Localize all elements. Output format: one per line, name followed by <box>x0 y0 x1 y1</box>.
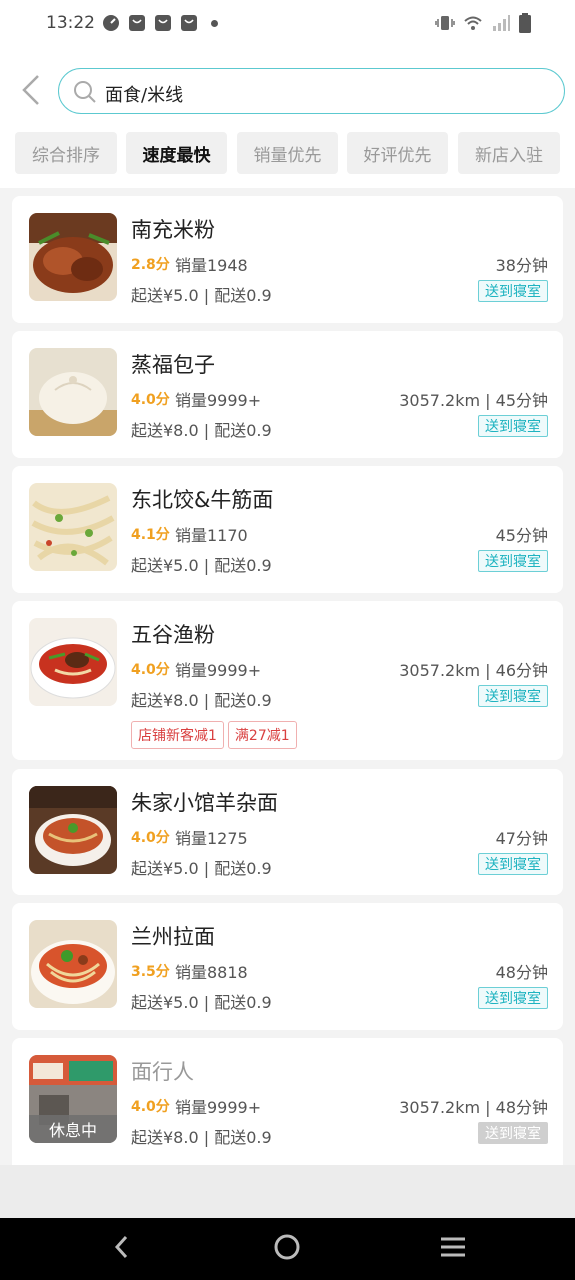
shop-sales: 销量9999+ <box>175 661 262 680</box>
shop-rating: 4.0分 <box>131 1099 170 1115</box>
back-button[interactable] <box>14 72 48 112</box>
filter-comprehensive[interactable]: 综合排序 <box>15 132 117 174</box>
bag-icon <box>180 14 198 32</box>
filter-fastest[interactable]: 速度最快 <box>126 132 227 174</box>
filter-new-shops[interactable]: 新店入驻 <box>458 132 560 174</box>
status-bar: 13:22 <box>0 0 575 48</box>
battery-icon <box>519 13 531 37</box>
shop-sales: 销量1170 <box>175 526 248 545</box>
shop-image: 休息中 <box>29 1055 117 1143</box>
gauge-icon <box>102 14 120 32</box>
search-icon <box>73 80 97 108</box>
shop-fees: 起送¥5.0 | 配送0.9 <box>131 556 272 575</box>
promo-badge: 店铺新客减1 <box>131 721 224 749</box>
shop-name: 东北饺&牛筋面 <box>131 488 274 512</box>
bag-icon <box>154 14 172 32</box>
shop-rating: 3.5分 <box>131 964 170 980</box>
dorm-delivery-tag: 送到寝室 <box>478 1122 548 1144</box>
vibrate-icon <box>435 14 455 36</box>
nav-menu-icon <box>439 1235 467 1263</box>
shop-card[interactable]: 南充米粉 2.8分 销量1948 起送¥5.0 | 配送0.9 38分钟 送到寝… <box>12 196 563 323</box>
shop-fees: 起送¥5.0 | 配送0.9 <box>131 993 272 1012</box>
shop-eta: 48分钟 <box>495 963 548 982</box>
more-notifications-icon <box>211 20 218 27</box>
closed-badge: 休息中 <box>29 1115 117 1143</box>
shop-eta: 45分钟 <box>495 526 548 545</box>
shop-sales: 销量8818 <box>175 963 248 982</box>
search-input[interactable]: 面食/米线 <box>58 68 565 114</box>
nav-menu-button[interactable] <box>435 1231 471 1267</box>
shop-card[interactable]: 朱家小馆羊杂面 4.0分 销量1275 起送¥5.0 | 配送0.9 47分钟 … <box>12 769 563 895</box>
shop-name: 五谷渔粉 <box>131 623 215 647</box>
back-arrow-icon <box>21 74 41 110</box>
shop-eta: 3057.2km | 48分钟 <box>399 1098 548 1117</box>
signal-icon <box>491 14 511 36</box>
shop-rating: 4.1分 <box>131 527 170 543</box>
nav-home-button[interactable] <box>269 1231 305 1267</box>
shop-sales: 销量1948 <box>175 256 248 275</box>
shop-eta: 38分钟 <box>495 256 548 275</box>
shop-fees: 起送¥5.0 | 配送0.9 <box>131 286 272 305</box>
shop-fees: 起送¥8.0 | 配送0.9 <box>131 421 272 440</box>
shop-card[interactable]: 东北饺&牛筋面 4.1分 销量1170 起送¥5.0 | 配送0.9 45分钟 … <box>12 466 563 593</box>
filter-rating[interactable]: 好评优先 <box>347 132 448 174</box>
system-nav-bar <box>0 1218 575 1280</box>
promo-list: 店铺新客减1 满27减1 <box>131 721 297 749</box>
shop-card[interactable]: 蒸福包子 4.0分 销量9999+ 起送¥8.0 | 配送0.9 3057.2k… <box>12 331 563 458</box>
wifi-icon <box>463 14 483 36</box>
dorm-delivery-tag: 送到寝室 <box>478 685 548 707</box>
shop-image <box>29 213 117 301</box>
dorm-delivery-tag: 送到寝室 <box>478 853 548 875</box>
shop-card[interactable]: 兰州拉面 3.5分 销量8818 起送¥5.0 | 配送0.9 48分钟 送到寝… <box>12 903 563 1030</box>
shop-fees: 起送¥5.0 | 配送0.9 <box>131 859 272 878</box>
shop-fees: 起送¥8.0 | 配送0.9 <box>131 1128 272 1147</box>
shop-eta: 3057.2km | 45分钟 <box>399 391 548 410</box>
shop-list: 南充米粉 2.8分 销量1948 起送¥5.0 | 配送0.9 38分钟 送到寝… <box>0 188 575 1165</box>
shop-image <box>29 786 117 874</box>
shop-name: 蒸福包子 <box>131 353 215 377</box>
shop-fees: 起送¥8.0 | 配送0.9 <box>131 691 272 710</box>
shop-card[interactable]: 五谷渔粉 4.0分 销量9999+ 起送¥8.0 | 配送0.9 3057.2k… <box>12 601 563 760</box>
bag-icon <box>128 14 146 32</box>
dorm-delivery-tag: 送到寝室 <box>478 415 548 437</box>
nav-back-button[interactable] <box>104 1231 140 1267</box>
shop-sales: 销量9999+ <box>175 391 262 410</box>
shop-name: 兰州拉面 <box>131 925 215 949</box>
shop-image <box>29 920 117 1008</box>
shop-sales: 销量1275 <box>175 829 248 848</box>
shop-sales: 销量9999+ <box>175 1098 262 1117</box>
shop-rating: 2.8分 <box>131 257 170 273</box>
promo-badge: 满27减1 <box>227 721 297 749</box>
shop-rating: 4.0分 <box>131 392 170 408</box>
nav-back-icon <box>112 1234 132 1264</box>
dorm-delivery-tag: 送到寝室 <box>478 280 548 302</box>
shop-name: 南充米粉 <box>131 218 215 242</box>
shop-card[interactable]: 休息中 面行人 4.0分 销量9999+ 起送¥8.0 | 配送0.9 3057… <box>12 1038 563 1165</box>
filter-sales[interactable]: 销量优先 <box>237 132 338 174</box>
nav-home-icon <box>273 1233 301 1265</box>
header: 面食/米线 综合排序 速度最快 销量优先 好评优先 新店入驻 <box>0 48 575 188</box>
shop-rating: 4.0分 <box>131 830 170 846</box>
dorm-delivery-tag: 送到寝室 <box>478 987 548 1009</box>
shop-rating: 4.0分 <box>131 662 170 678</box>
shop-image <box>29 618 117 706</box>
shop-eta: 3057.2km | 46分钟 <box>399 661 548 680</box>
dorm-delivery-tag: 送到寝室 <box>478 550 548 572</box>
search-query: 面食/米线 <box>105 85 184 106</box>
shop-image <box>29 348 117 436</box>
filter-bar: 综合排序 速度最快 销量优先 好评优先 新店入驻 <box>0 132 575 174</box>
shop-name: 面行人 <box>131 1060 194 1084</box>
shop-name: 朱家小馆羊杂面 <box>131 791 278 815</box>
shop-eta: 47分钟 <box>495 829 548 848</box>
shop-image <box>29 483 117 571</box>
status-time: 13:22 <box>46 13 95 33</box>
